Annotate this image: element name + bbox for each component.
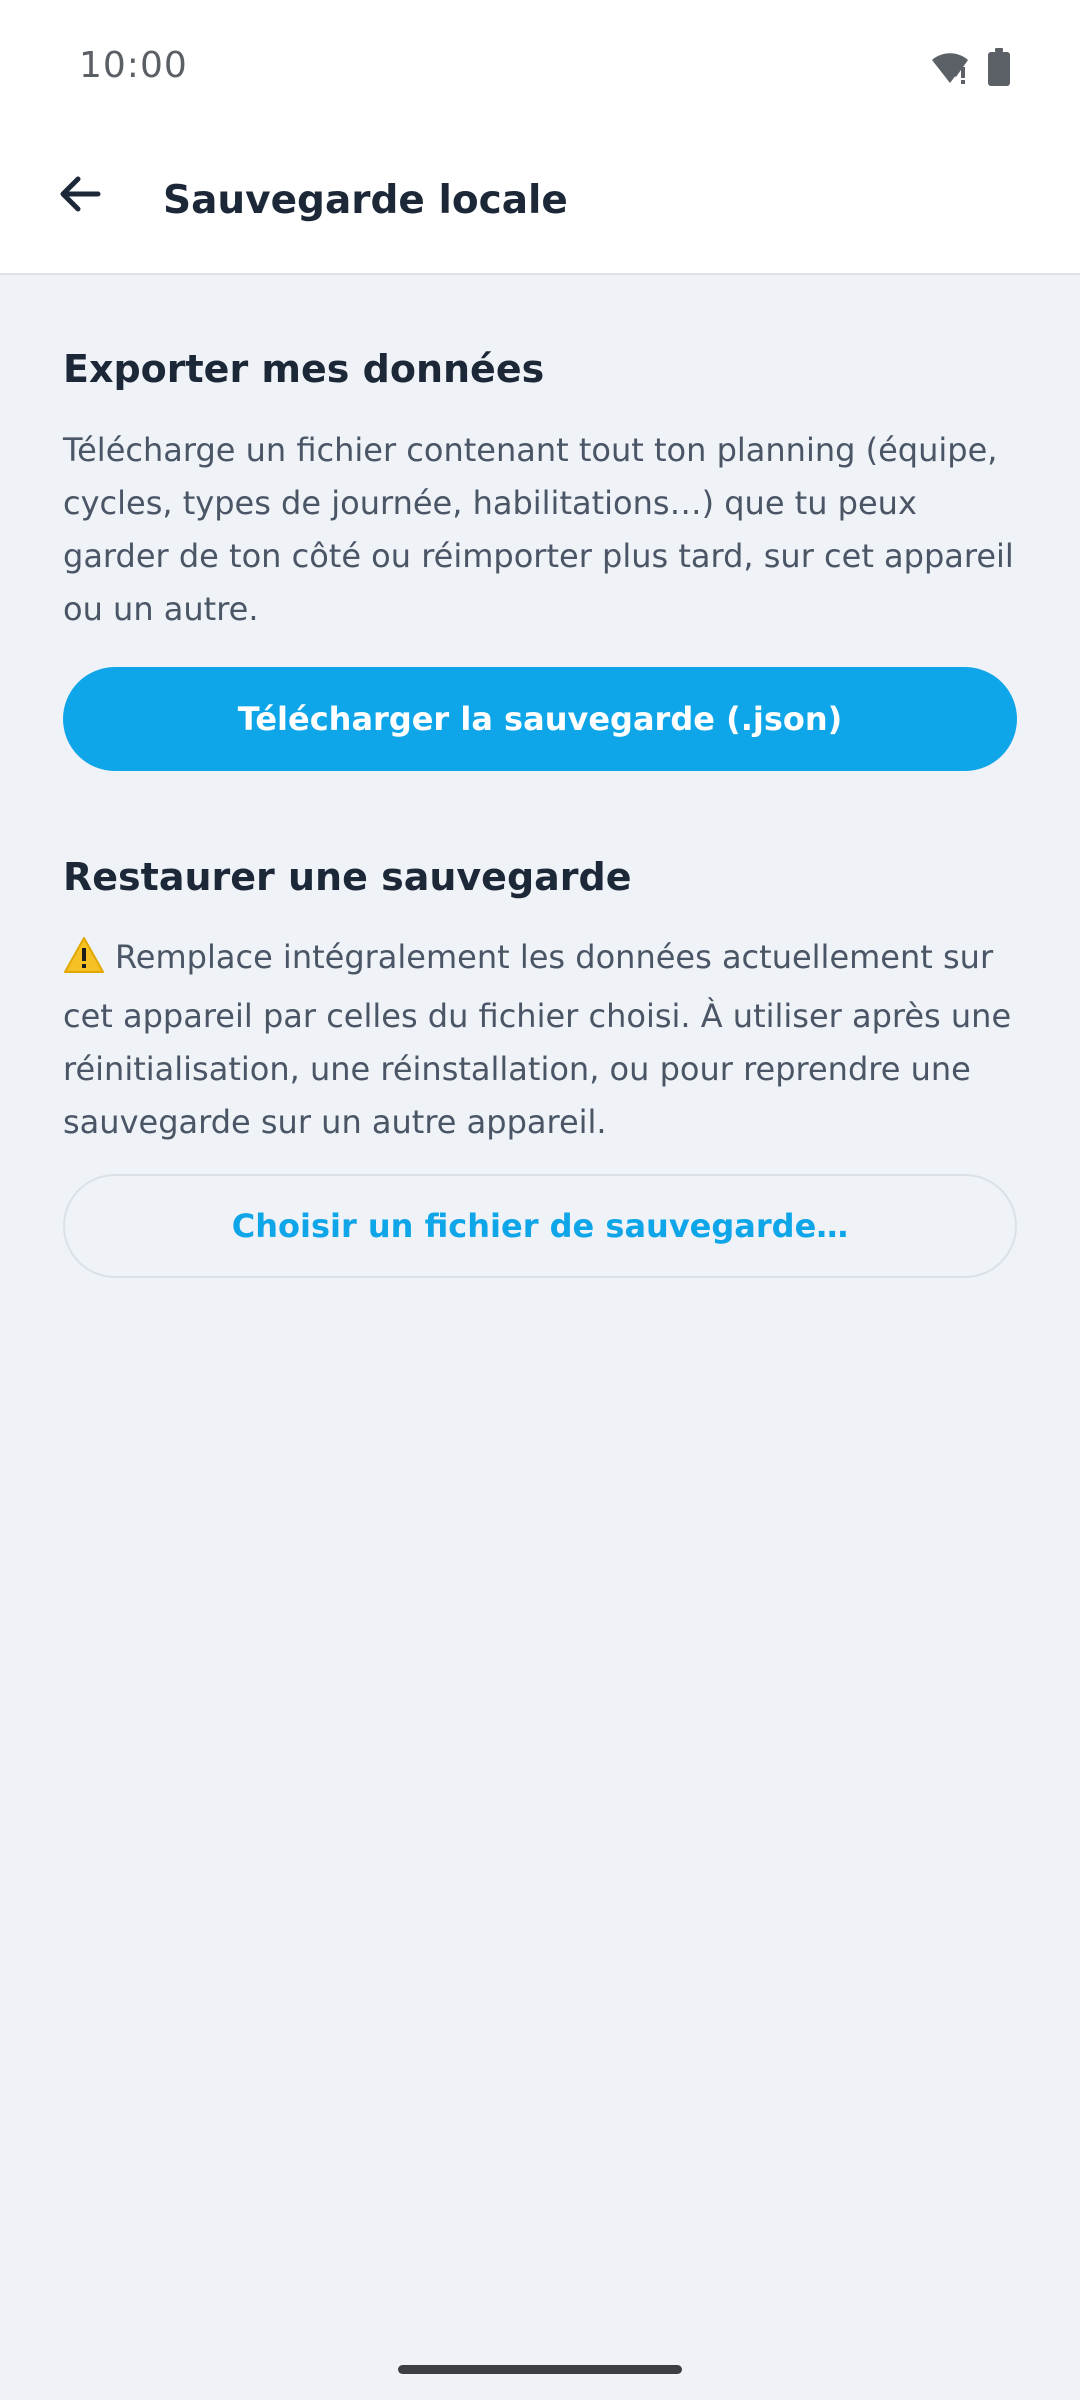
status-time: 10:00 — [79, 45, 188, 86]
page-title: Sauvegarde locale — [163, 178, 568, 223]
export-section-title: Exporter mes données — [63, 347, 545, 391]
restore-section-title: Restaurer une sauvegarde — [63, 855, 632, 899]
choose-backup-file-button[interactable]: Choisir un fichier de sauvegarde… — [63, 1174, 1017, 1278]
warning-icon — [63, 936, 105, 990]
restore-section-description: Remplace intégralement les données actue… — [63, 938, 1012, 1141]
back-button[interactable] — [44, 160, 116, 232]
app-bar: Sauvegarde locale — [0, 136, 1080, 275]
wifi-alert-icon — [930, 49, 970, 89]
battery-icon — [988, 48, 1010, 90]
restore-section-description-wrap: Remplace intégralement les données actue… — [63, 931, 1017, 1149]
status-icons — [930, 48, 1010, 90]
home-indicator[interactable] — [398, 2365, 682, 2374]
download-backup-button[interactable]: Télécharger la sauvegarde (.json) — [63, 667, 1017, 771]
export-section-description: Télécharge un fichier contenant tout ton… — [63, 431, 1014, 628]
status-bar: 10:00 — [0, 0, 1080, 136]
arrow-left-icon — [56, 170, 104, 222]
